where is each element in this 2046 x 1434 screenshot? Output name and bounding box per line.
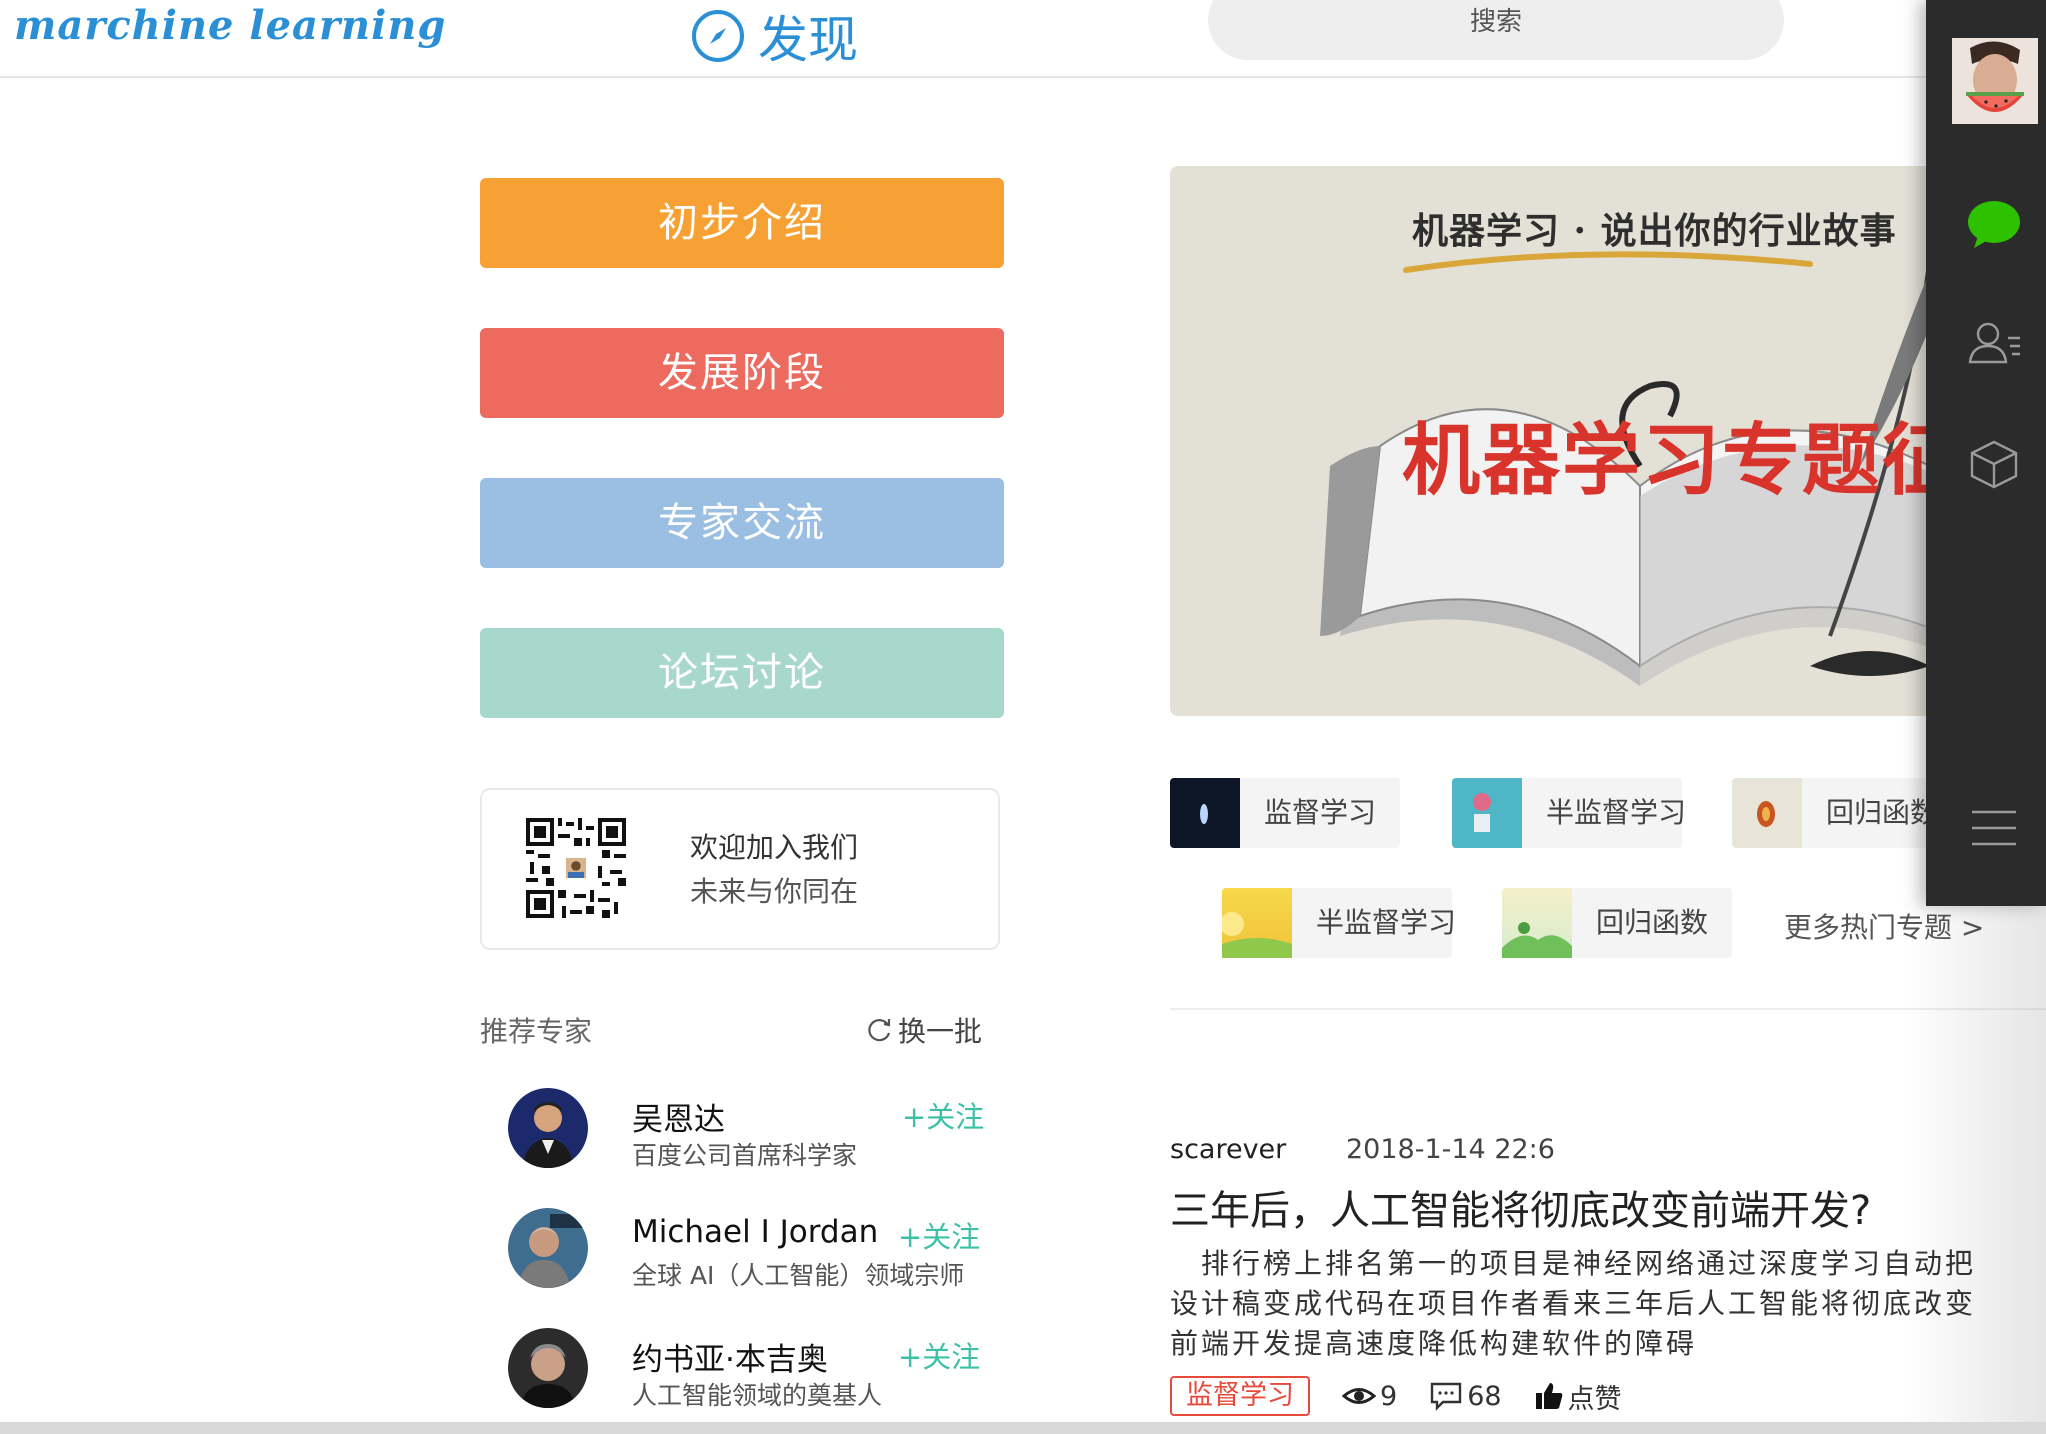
- site-logo[interactable]: marchine learning: [14, 2, 446, 49]
- recommend-experts-title: 推荐专家: [480, 1015, 593, 1048]
- topic-label: 监督学习: [1264, 796, 1377, 829]
- topic-thumbnail: [1220, 888, 1292, 958]
- topic-label: 半监督学习: [1316, 906, 1457, 939]
- expert-avatar[interactable]: [508, 1208, 588, 1288]
- follow-button[interactable]: +关注: [898, 1334, 980, 1376]
- expert-avatar[interactable]: [508, 1328, 588, 1408]
- discover-nav[interactable]: 发现: [690, 0, 858, 72]
- category-button-intro[interactable]: 初步介绍: [480, 178, 1004, 268]
- discover-label: 发现: [758, 11, 858, 69]
- article-tag[interactable]: 监督学习: [1170, 1376, 1310, 1416]
- feature-banner[interactable]: 机器学习 · 说出你的行业故事 机器学习专题征文: [1170, 166, 1950, 716]
- topic-tag-regression-2[interactable]: 回归函数: [1502, 888, 1732, 958]
- expert-name: 吴恩达: [632, 1102, 725, 1138]
- search-input[interactable]: 搜索: [1208, 0, 1784, 60]
- taskbar-strip: [0, 1422, 2046, 1434]
- category-button-forum[interactable]: 论坛讨论: [480, 628, 1004, 718]
- eye-icon: [1342, 1388, 1376, 1404]
- top-header: marchine learning 发现 搜索: [0, 0, 2046, 78]
- topic-tag-semi-supervised-2[interactable]: 半监督学习: [1220, 888, 1456, 958]
- side-dock: [1926, 0, 2046, 906]
- comments-count[interactable]: 68: [1429, 1380, 1502, 1412]
- topic-label: 半监督学习: [1546, 796, 1687, 829]
- banner-title: 机器学习专题征文: [1402, 415, 1950, 506]
- topic-tag-supervised[interactable]: 监督学习: [1170, 778, 1400, 848]
- join-title: 欢迎加入我们: [690, 831, 859, 864]
- views-count: 9: [1342, 1381, 1397, 1412]
- comments-value: 68: [1467, 1380, 1502, 1412]
- refresh-experts-button[interactable]: 换一批: [864, 1010, 982, 1050]
- expert-description: 人工智能领域的奠基人: [632, 1381, 883, 1410]
- expert-item: 吴恩达 百度公司首席科学家 +关注: [508, 1088, 1008, 1178]
- expert-item: 约书亚·本吉奥 人工智能领域的奠基人 +关注: [508, 1328, 1008, 1418]
- follow-button[interactable]: +关注: [902, 1094, 984, 1136]
- comment-icon: [1430, 1382, 1462, 1411]
- article-date: 2018-1-14 22:6: [1346, 1134, 1555, 1165]
- follow-button[interactable]: +关注: [898, 1214, 980, 1256]
- topic-label: 回归函数: [1596, 906, 1709, 939]
- expert-description: 全球 AI（人工智能）领域宗师: [632, 1261, 965, 1290]
- chat-icon[interactable]: [1966, 196, 2022, 252]
- views-value: 9: [1380, 1380, 1398, 1412]
- refresh-label: 换一批: [898, 1015, 983, 1048]
- topic-thumbnail: [1732, 778, 1802, 848]
- expert-name: 约书亚·本吉奥: [632, 1342, 828, 1378]
- category-button-experts[interactable]: 专家交流: [480, 478, 1004, 568]
- join-card: 欢迎加入我们 未来与你同在: [480, 788, 1000, 950]
- topic-thumbnail: [1452, 778, 1522, 848]
- article-summary: 排行榜上排名第一的项目是神经网络通过深度学习自动把设计稿变成代码在项目作者看来三…: [1170, 1247, 1977, 1360]
- topic-tag-semi-supervised[interactable]: 半监督学习: [1452, 778, 1686, 848]
- article-meta: 监督学习 9 68 点赞: [1170, 1376, 1642, 1416]
- contacts-icon[interactable]: [1966, 316, 2022, 372]
- category-button-stages[interactable]: 发展阶段: [480, 328, 1004, 418]
- like-button[interactable]: 点赞: [1534, 1377, 1622, 1416]
- topic-thumbnail: [1502, 888, 1572, 958]
- banner-subtitle: 机器学习 · 说出你的行业故事: [1412, 210, 1897, 252]
- article-title[interactable]: 三年后，人工智能将彻底改变前端开发?: [1170, 1178, 1871, 1236]
- like-label: 点赞: [1567, 1383, 1622, 1415]
- expert-item: Michael I Jordan 全球 AI（人工智能）领域宗师 +关注: [508, 1208, 1008, 1298]
- qr-code-icon: [526, 818, 626, 918]
- compass-icon: [692, 10, 744, 62]
- refresh-icon: [868, 1019, 891, 1042]
- article-author[interactable]: scarever: [1170, 1134, 1286, 1165]
- thumbs-up-icon: [1535, 1383, 1562, 1409]
- expert-description: 百度公司首席科学家: [632, 1141, 858, 1170]
- expert-avatar[interactable]: [508, 1088, 588, 1168]
- user-avatar[interactable]: [1952, 38, 2038, 124]
- box-icon[interactable]: [1966, 436, 2022, 492]
- menu-icon[interactable]: [1966, 800, 2022, 856]
- topic-thumbnail: [1170, 778, 1240, 848]
- expert-name: Michael I Jordan: [632, 1214, 879, 1250]
- join-subtitle: 未来与你同在: [690, 875, 859, 908]
